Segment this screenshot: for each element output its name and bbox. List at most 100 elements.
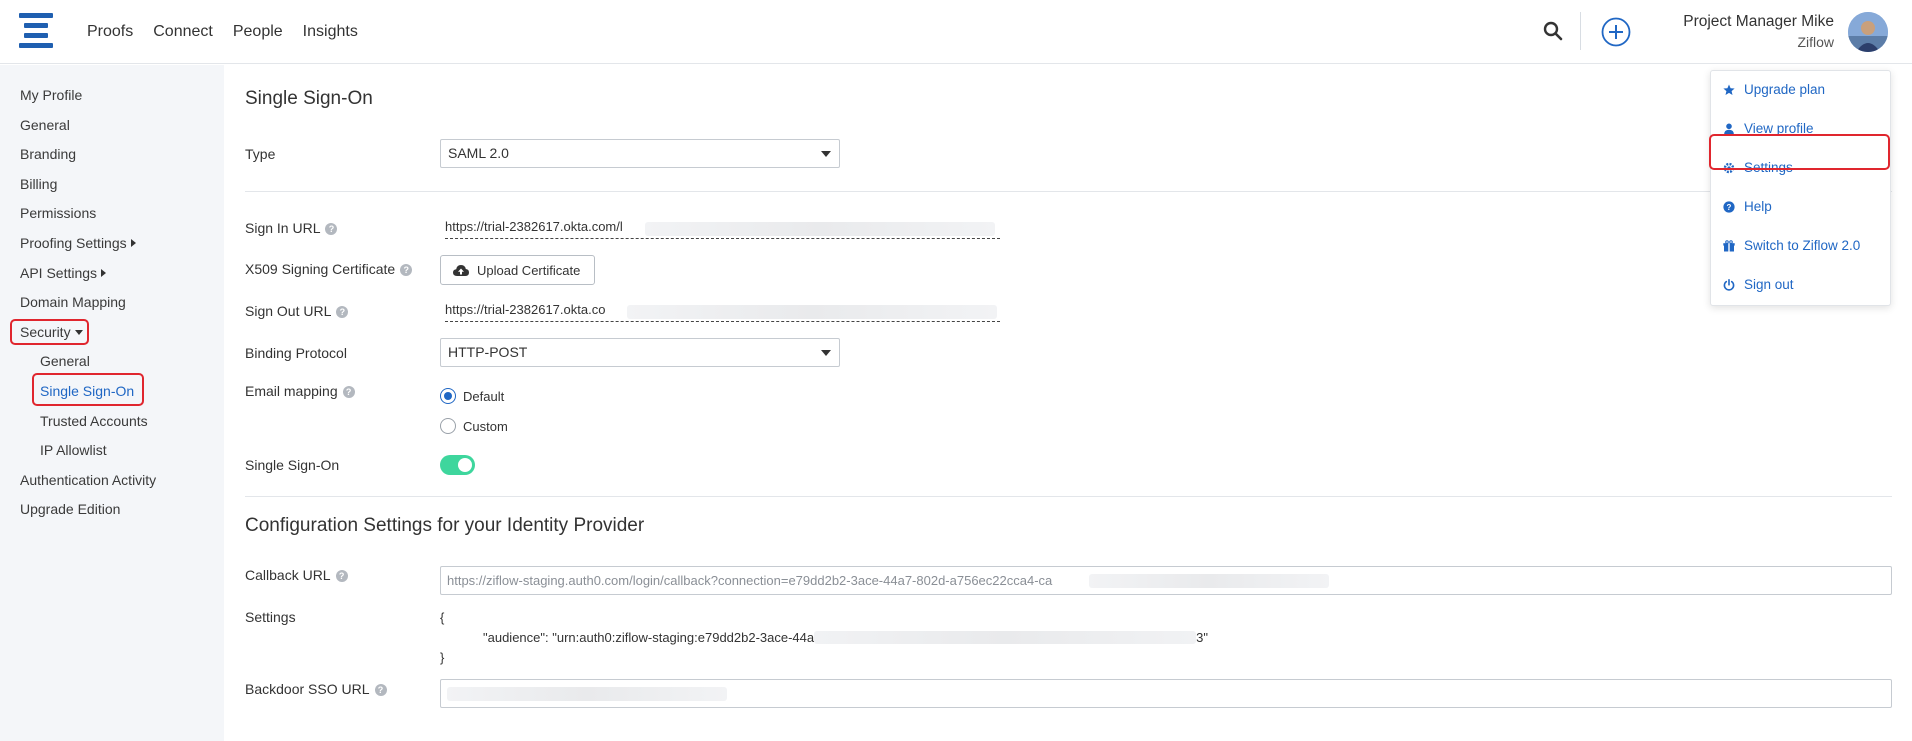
sign-out-url-label: Sign Out URL? bbox=[245, 303, 349, 319]
gift-icon bbox=[1723, 239, 1735, 251]
certificate-label-text: X509 Signing Certificate bbox=[245, 261, 396, 277]
sidebar-item-domain-mapping[interactable]: Domain Mapping bbox=[20, 294, 126, 310]
section-title-config: Configuration Settings for your Identity… bbox=[245, 515, 645, 536]
radio-custom-label: Custom bbox=[463, 418, 508, 434]
radio-custom[interactable]: Custom bbox=[440, 418, 508, 434]
sidebar-subitem-ip-allowlist[interactable]: IP Allowlist bbox=[40, 442, 107, 458]
sidebar-item-api-settings[interactable]: API Settings bbox=[20, 265, 107, 281]
user-icon bbox=[1724, 123, 1734, 135]
sidebar-item-billing[interactable]: Billing bbox=[20, 176, 57, 192]
backdoor-sso-url-input[interactable] bbox=[440, 679, 1892, 708]
redacted-blur bbox=[627, 305, 997, 319]
search-icon[interactable] bbox=[1543, 21, 1563, 41]
radio-button-default[interactable] bbox=[440, 388, 456, 404]
radio-default-label: Default bbox=[463, 388, 505, 404]
sidebar-item-my-profile[interactable]: My Profile bbox=[20, 87, 82, 103]
help-icon[interactable]: ? bbox=[342, 386, 355, 398]
sidebar-subitem-trusted-accounts[interactable]: Trusted Accounts bbox=[40, 413, 148, 429]
sidebar-item-label: API Settings bbox=[20, 265, 98, 281]
menu-item-sign-out[interactable]: Sign out bbox=[1723, 277, 1794, 292]
sso-toggle-label: Single Sign-On bbox=[245, 457, 340, 473]
top-nav: Proofs Connect People Insights Project M… bbox=[0, 0, 1912, 64]
sidebar-item-upgrade-edition[interactable]: Upgrade Edition bbox=[20, 501, 120, 517]
help-icon[interactable]: ? bbox=[400, 264, 413, 276]
sidebar-item-permissions[interactable]: Permissions bbox=[20, 205, 96, 221]
menu-item-switch-ziflow[interactable]: Switch to Ziflow 2.0 bbox=[1723, 238, 1860, 253]
nav-insights[interactable]: Insights bbox=[303, 23, 358, 41]
caret-right-icon bbox=[130, 239, 136, 247]
avatar[interactable] bbox=[1848, 12, 1888, 52]
type-label: Type bbox=[245, 146, 276, 162]
nav-connect[interactable]: Connect bbox=[153, 23, 213, 41]
user-name[interactable]: Project Manager Mike bbox=[1683, 13, 1834, 31]
nav-people[interactable]: People bbox=[233, 23, 283, 41]
menu-item-label: Sign out bbox=[1744, 277, 1794, 292]
divider bbox=[245, 191, 1892, 192]
settings-close-brace: } bbox=[440, 650, 445, 665]
menu-item-label: Upgrade plan bbox=[1744, 82, 1826, 97]
sidebar-item-security[interactable]: Security bbox=[20, 324, 83, 340]
sidebar-subitem-single-sign-on[interactable]: Single Sign-On bbox=[40, 383, 134, 399]
type-select[interactable]: SAML 2.0 bbox=[440, 139, 840, 168]
sidebar-item-proofing-settings[interactable]: Proofing Settings bbox=[20, 235, 136, 251]
main-nav: Proofs Connect People Insights bbox=[87, 0, 378, 64]
menu-item-settings[interactable]: Settings bbox=[1723, 160, 1793, 175]
menu-item-view-profile[interactable]: View profile bbox=[1723, 121, 1814, 136]
backdoor-sso-url-label: Backdoor SSO URL? bbox=[245, 681, 387, 697]
settings-audience-tail: 3" bbox=[1196, 630, 1208, 645]
question-icon: ? bbox=[1723, 200, 1735, 213]
sidebar-item-branding[interactable]: Branding bbox=[20, 146, 76, 162]
radio-button-custom[interactable] bbox=[440, 418, 456, 434]
callback-url-label: Callback URL? bbox=[245, 567, 348, 583]
user-dropdown-menu: Upgrade plan View profile Settings ? Hel… bbox=[1709, 70, 1891, 306]
sidebar-item-label: Security bbox=[20, 324, 71, 340]
type-select-value: SAML 2.0 bbox=[448, 145, 509, 161]
sso-toggle[interactable] bbox=[440, 455, 475, 475]
email-mapping-label: Email mapping? bbox=[245, 383, 355, 399]
binding-protocol-label: Binding Protocol bbox=[245, 345, 347, 361]
sign-out-url-label-text: Sign Out URL bbox=[245, 303, 332, 319]
help-icon[interactable]: ? bbox=[336, 306, 349, 318]
sign-out-url-input[interactable]: https://trial-2382617.okta.co bbox=[445, 302, 1000, 322]
svg-text:?: ? bbox=[1727, 203, 1732, 212]
menu-item-help[interactable]: ? Help bbox=[1723, 199, 1772, 214]
menu-item-label: Switch to Ziflow 2.0 bbox=[1744, 238, 1861, 253]
ziflow-logo[interactable] bbox=[19, 13, 53, 49]
menu-item-label: View profile bbox=[1744, 121, 1814, 136]
sidebar-subitem-general[interactable]: General bbox=[40, 353, 90, 369]
divider bbox=[245, 496, 1892, 497]
nav-divider bbox=[1580, 12, 1581, 50]
redacted-blur bbox=[814, 631, 1197, 644]
power-icon bbox=[1723, 278, 1735, 291]
radio-default[interactable]: Default bbox=[440, 388, 504, 404]
help-icon[interactable]: ? bbox=[335, 570, 348, 582]
settings-sidebar: My Profile General Branding Billing Perm… bbox=[0, 65, 224, 741]
settings-label: Settings bbox=[245, 609, 296, 625]
settings-audience-line: "audience": "urn:auth0:ziflow-staging:e7… bbox=[440, 628, 1208, 648]
redacted-blur bbox=[1089, 574, 1329, 588]
sidebar-item-general[interactable]: General bbox=[20, 117, 70, 133]
redacted-blur bbox=[645, 222, 995, 236]
nav-proofs[interactable]: Proofs bbox=[87, 23, 133, 41]
help-icon[interactable]: ? bbox=[374, 684, 387, 696]
binding-protocol-select[interactable]: HTTP-POST bbox=[440, 338, 840, 367]
sign-in-url-input[interactable]: https://trial-2382617.okta.com/l bbox=[445, 219, 1000, 239]
settings-open-brace: { bbox=[440, 610, 445, 625]
sidebar-item-authentication-activity[interactable]: Authentication Activity bbox=[20, 472, 156, 488]
help-icon[interactable]: ? bbox=[325, 223, 338, 235]
user-org: Ziflow bbox=[1797, 34, 1834, 50]
star-icon bbox=[1723, 84, 1735, 95]
menu-item-upgrade-plan[interactable]: Upgrade plan bbox=[1723, 82, 1825, 97]
upload-certificate-button[interactable]: Upload Certificate bbox=[440, 255, 596, 285]
add-icon[interactable] bbox=[1601, 17, 1631, 47]
section-title-sso: Single Sign-On bbox=[245, 88, 373, 109]
menu-item-label: Help bbox=[1744, 199, 1772, 214]
sidebar-item-label: Proofing Settings bbox=[20, 235, 127, 251]
caret-right-icon bbox=[101, 269, 107, 277]
callback-url-input[interactable]: https://ziflow-staging.auth0.com/login/c… bbox=[440, 566, 1892, 595]
caret-down-icon bbox=[74, 330, 83, 335]
sign-in-url-label-text: Sign In URL bbox=[245, 220, 321, 236]
callback-url-value: https://ziflow-staging.auth0.com/login/c… bbox=[447, 573, 1053, 588]
menu-item-label: Settings bbox=[1744, 160, 1793, 175]
settings-json: { "audience": "urn:auth0:ziflow-staging:… bbox=[440, 608, 1208, 668]
